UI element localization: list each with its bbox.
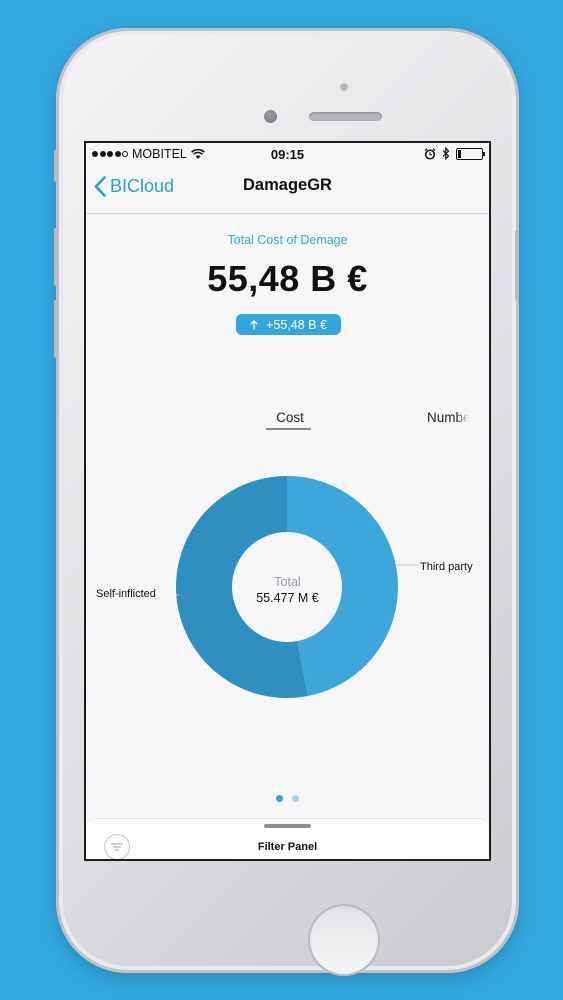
navigation-bar: BICloud DamageGR [86, 165, 489, 214]
drag-handle[interactable] [264, 824, 311, 828]
filter-panel[interactable]: Filter Panel [86, 818, 489, 859]
kpi-delta-value: +55,48 B € [266, 317, 327, 332]
alarm-icon [424, 147, 436, 160]
kpi-caption: Total Cost of Demage [227, 233, 348, 247]
kpi-value: 55,48 B € [207, 258, 368, 299]
proximity-sensor [340, 83, 348, 91]
tab-number[interactable]: Numbe [427, 410, 469, 425]
front-camera [264, 110, 277, 123]
home-button[interactable] [308, 904, 380, 976]
status-bar: MOBITEL 09:15 [86, 143, 489, 165]
bluetooth-icon [442, 147, 450, 160]
page-dot[interactable] [292, 795, 299, 802]
mute-switch [54, 150, 58, 182]
donut-center-value: 55.477 M € [256, 591, 319, 605]
earpiece-speaker [309, 112, 382, 121]
tab-selected-indicator [266, 428, 311, 430]
power-button [515, 230, 519, 300]
slice-label-third-party: Third party [420, 561, 473, 573]
volume-down-button [54, 300, 58, 358]
page-dot[interactable] [276, 795, 283, 802]
donut-center: Total 55.477 M € [86, 575, 489, 605]
filter-panel-label: Filter Panel [257, 841, 318, 853]
kpi-delta-badge: +55,48 B € [236, 314, 341, 335]
tab-cost[interactable]: Cost [268, 410, 312, 425]
donut-center-label: Total [274, 575, 301, 589]
page-title: DamageGR [243, 176, 332, 194]
page-indicator[interactable] [86, 795, 489, 802]
battery-icon [456, 147, 485, 160]
volume-up-button [54, 228, 58, 286]
phone-screen: MOBITEL 09:15 BICloud DamageGR Total Cos… [84, 141, 491, 861]
arrow-up-icon [250, 319, 258, 329]
